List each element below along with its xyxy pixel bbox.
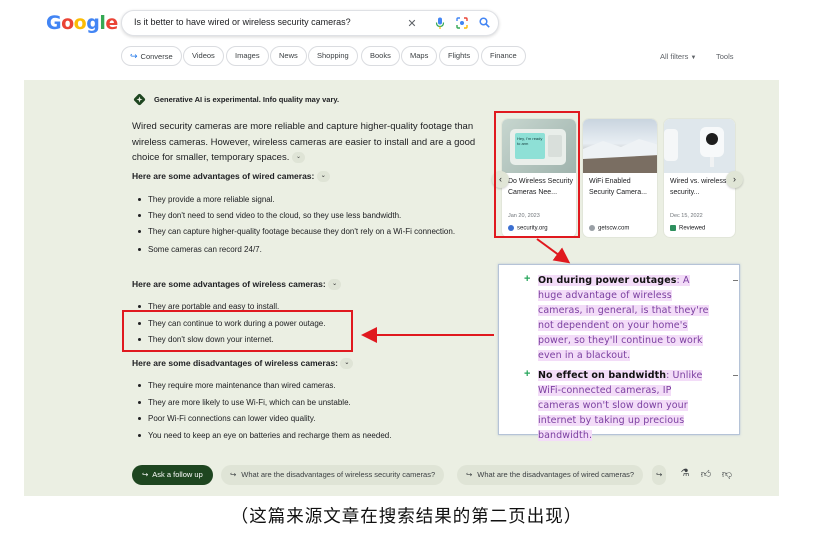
suggestion-arrow-icon: ↪ bbox=[656, 470, 663, 479]
suggestion-label: What are the disadvantages of wired came… bbox=[477, 470, 635, 479]
follow-up-label: Ask a follow up bbox=[152, 470, 203, 479]
suggestion-chip[interactable]: ↪ bbox=[652, 465, 666, 485]
image-caption: （这篇来源文章在搜索结果的第二页出现） bbox=[230, 507, 583, 527]
arrow-card-to-excerpt bbox=[536, 238, 571, 264]
thumbs-down-icon[interactable]: 👎︎ bbox=[721, 468, 733, 480]
thumbs-up-icon[interactable]: 👍︎ bbox=[700, 468, 712, 480]
suggestion-arrow-icon: ↪ bbox=[230, 470, 237, 479]
suggestion-chip[interactable]: ↪ What are the disadvantages of wireless … bbox=[221, 465, 445, 485]
follow-up-arrow-icon: ↪ bbox=[142, 470, 149, 479]
lab-flask-icon[interactable]: ⚗ bbox=[679, 468, 691, 479]
suggestion-arrow-icon: ↪ bbox=[466, 470, 473, 479]
suggestion-label: What are the disadvantages of wireless s… bbox=[241, 470, 436, 479]
suggestion-chip[interactable]: ↪ What are the disadvantages of wired cam… bbox=[457, 465, 644, 485]
ask-follow-up-button[interactable]: ↪ Ask a follow up bbox=[132, 465, 213, 485]
